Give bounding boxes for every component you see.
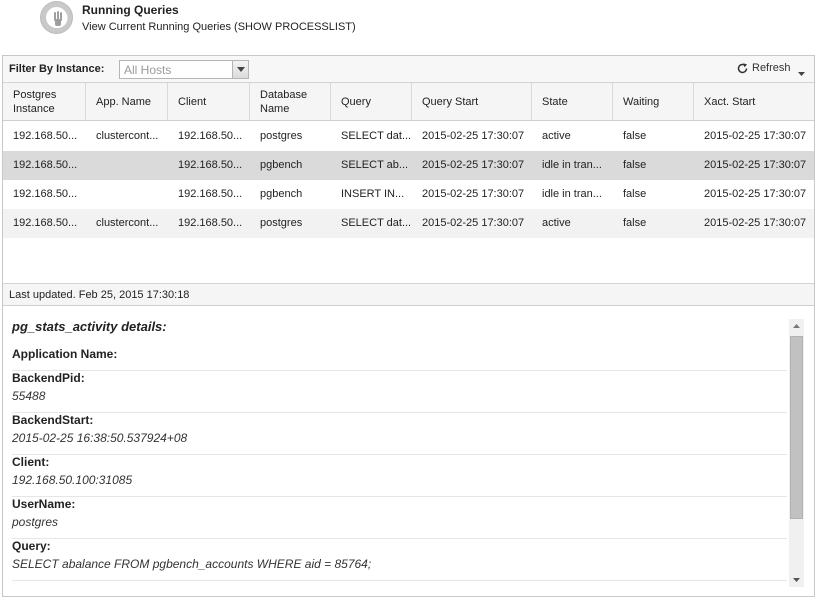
running-queries-icon	[40, 1, 73, 34]
detail-field-value: 55488	[12, 389, 46, 403]
cell-state: active	[542, 130, 571, 142]
detail-field-label: UserName:	[12, 497, 76, 511]
cell-query: SELECT dat...	[341, 130, 412, 142]
chevron-down-icon[interactable]	[798, 67, 805, 79]
column-header-query-start[interactable]: Query Start	[412, 83, 532, 121]
refresh-label: Refresh	[752, 62, 791, 74]
instance-filter-select[interactable]: All Hosts	[119, 60, 249, 79]
column-header-postgres-instance[interactable]: Postgres Instance	[3, 83, 86, 121]
cell-xact-start: 2015-02-25 17:30:07	[704, 159, 807, 171]
detail-field-value: SELECT abalance FROM pgbench_accounts WH…	[12, 557, 372, 571]
detail-field-cutoff	[12, 581, 787, 595]
cell-app-name: clustercont...	[96, 217, 159, 229]
table-row[interactable]: 192.168.50... 192.168.50... pgbench INSERT …	[3, 180, 814, 209]
detail-field: Client: 192.168.50.100:31085	[12, 455, 787, 497]
cell-app-name: clustercont...	[96, 130, 159, 142]
grid-header: Postgres Instance App. Name Client Datab…	[3, 83, 814, 121]
cell-instance: 192.168.50...	[13, 217, 78, 229]
cell-client: 192.168.50...	[178, 217, 243, 229]
detail-field-label: BackendPid:	[12, 371, 85, 385]
cell-waiting: false	[623, 217, 647, 229]
column-header-query[interactable]: Query	[331, 83, 412, 121]
page-title: Running Queries	[82, 3, 179, 17]
cell-database: postgres	[260, 217, 303, 229]
cell-database: pgbench	[260, 159, 303, 171]
cell-state: active	[542, 217, 571, 229]
detail-field-label: Application Name:	[12, 347, 118, 361]
cell-instance: 192.168.50...	[13, 159, 78, 171]
detail-field-label: Query:	[12, 539, 51, 553]
details-panel: pg_stats_activity details: Application N…	[3, 307, 814, 596]
cell-query: SELECT dat...	[341, 217, 412, 229]
detail-field-label: BackendStart:	[12, 413, 94, 427]
cell-app-name	[86, 180, 168, 209]
table-row[interactable]: 192.168.50... 192.168.50... pgbench SELECT …	[3, 151, 814, 180]
cell-xact-start: 2015-02-25 17:30:07	[704, 188, 807, 200]
cell-database: pgbench	[260, 188, 303, 200]
detail-field: Application Name:	[12, 347, 787, 371]
cell-query: SELECT ab...	[341, 159, 409, 171]
detail-field: UserName: postgres	[12, 497, 787, 539]
filter-label: Filter By Instance:	[9, 63, 105, 75]
detail-field-value: 2015-02-25 16:38:50.537924+08	[12, 431, 188, 445]
cell-waiting: false	[623, 159, 647, 171]
cell-xact-start: 2015-02-25 17:30:07	[704, 130, 807, 142]
details-scrollbar[interactable]	[789, 319, 804, 587]
table-row[interactable]: 192.168.50... clustercont... 192.168.50...…	[3, 122, 814, 151]
cell-database: postgres	[260, 130, 303, 142]
scrollbar-thumb[interactable]	[790, 336, 803, 519]
detail-field: BackendPid: 55488	[12, 371, 787, 413]
cell-client: 192.168.50...	[178, 130, 243, 142]
column-header-database-name[interactable]: Database Name	[250, 83, 331, 121]
cell-instance: 192.168.50...	[13, 130, 78, 142]
column-header-xact-start[interactable]: Xact. Start	[694, 83, 814, 121]
scroll-up-arrow-icon[interactable]	[789, 319, 804, 334]
page-header: Running Queries View Current Running Que…	[0, 0, 818, 54]
toolbar: Filter By Instance: All Hosts Refresh	[3, 56, 814, 83]
dropdown-arrow-icon[interactable]	[232, 61, 248, 78]
cell-state: idle in tran...	[542, 188, 602, 200]
cell-client: 192.168.50...	[178, 159, 243, 171]
cell-waiting: false	[623, 130, 647, 142]
cell-app-name	[86, 151, 168, 180]
detail-field: Query: SELECT abalance FROM pgbench_accou…	[12, 539, 787, 581]
cell-waiting: false	[623, 188, 647, 200]
scroll-down-arrow-icon[interactable]	[789, 572, 804, 587]
detail-field-label: Client:	[12, 455, 50, 469]
column-header-waiting[interactable]: Waiting	[613, 83, 694, 121]
cell-query-start: 2015-02-25 17:30:07	[422, 130, 525, 142]
instance-filter-value: All Hosts	[124, 63, 172, 77]
cell-client: 192.168.50...	[178, 188, 243, 200]
cell-query-start: 2015-02-25 17:30:07	[422, 217, 525, 229]
column-header-client[interactable]: Client	[168, 83, 250, 121]
column-header-app-name[interactable]: App. Name	[86, 83, 168, 121]
cell-query-start: 2015-02-25 17:30:07	[422, 188, 525, 200]
column-header-state[interactable]: State	[532, 83, 613, 121]
detail-field-value: postgres	[12, 515, 59, 529]
details-title: pg_stats_activity details:	[12, 319, 167, 334]
cell-xact-start: 2015-02-25 17:30:07	[704, 217, 807, 229]
refresh-icon	[736, 62, 749, 78]
last-updated-text: Last updated. Feb 25, 2015 17:30:18	[9, 289, 190, 301]
cell-query: INSERT IN...	[341, 188, 405, 200]
status-bar: Last updated. Feb 25, 2015 17:30:18	[3, 283, 814, 306]
page-subtitle: View Current Running Queries (SHOW PROCE…	[82, 21, 356, 33]
detail-field-value: 192.168.50.100:31085	[12, 473, 133, 487]
running-queries-panel: Filter By Instance: All Hosts Refresh Po…	[2, 55, 815, 597]
detail-field: BackendStart: 2015-02-25 16:38:50.537924+…	[12, 413, 787, 455]
cell-instance: 192.168.50...	[13, 188, 78, 200]
cell-query-start: 2015-02-25 17:30:07	[422, 159, 525, 171]
cell-state: idle in tran...	[542, 159, 602, 171]
table-row[interactable]: 192.168.50... clustercont... 192.168.50...…	[3, 209, 814, 238]
